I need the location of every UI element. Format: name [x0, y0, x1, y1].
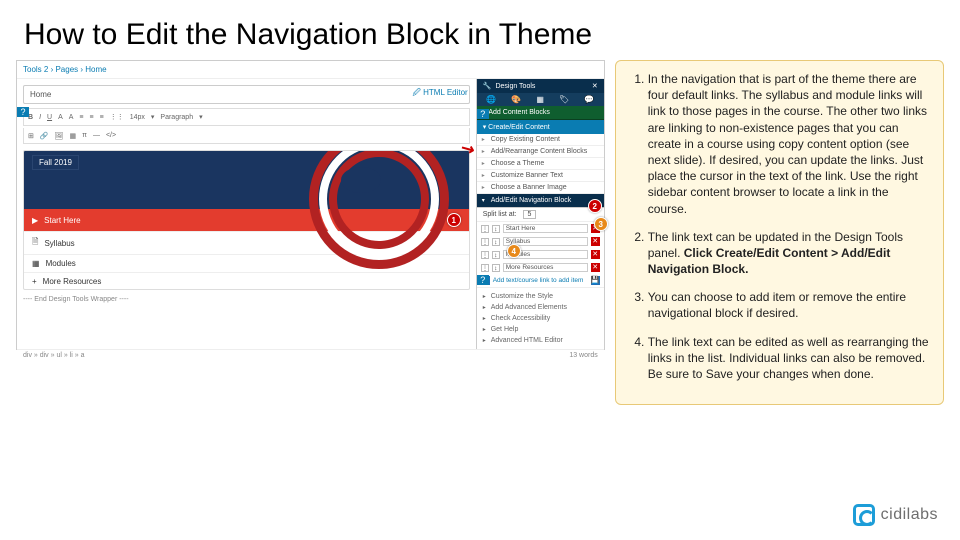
grid-icon: ▦ — [32, 259, 40, 268]
dt-nav-block[interactable]: Add/Edit Navigation Block — [477, 194, 604, 207]
help-icon[interactable]: ? — [477, 109, 489, 119]
path-info: div » div » ul » li » a — [23, 352, 84, 359]
word-count: 13 words — [569, 352, 597, 359]
wrench-icon: 🔧 — [483, 82, 492, 90]
plus-icon: + — [32, 277, 37, 286]
dt-check-accessibility[interactable]: Check Accessibility — [483, 313, 598, 324]
content-row: Tools 2 › Pages › Home ? Home 🖉 HTML Edi… — [0, 60, 960, 405]
dt-link-row[interactable]: ⋮↕ Modules ✕ — [477, 248, 604, 261]
banner-image — [319, 150, 439, 219]
dt-create-edit[interactable]: ▾ Create/Edit Content — [477, 120, 604, 134]
chat-icon[interactable]: 💬 — [584, 95, 594, 104]
footer-logo: cidilabs — [853, 504, 938, 526]
dt-customize-style[interactable]: Customize the Style — [483, 291, 598, 302]
logo-text: cidilabs — [881, 506, 938, 524]
split-input[interactable]: 5 — [523, 210, 537, 219]
dt-add-content[interactable]: + Add Content Blocks — [477, 106, 604, 120]
save-icon[interactable]: 💾 — [591, 276, 600, 285]
dt-icon-row[interactable]: 🌐 🎨 ▦ 🏷 💬 — [477, 93, 604, 106]
dt-advanced-elements[interactable]: Add Advanced Elements — [483, 302, 598, 313]
callout-2: 2 — [588, 199, 602, 213]
dt-link-row[interactable]: ⋮↕ Syllabus ✕ — [477, 235, 604, 248]
dt-adv-html[interactable]: Advanced HTML Editor — [483, 335, 598, 346]
arrow-icon[interactable]: ↕ — [492, 225, 500, 233]
dt-header: 🔧 Design Tools ✕ — [477, 79, 604, 93]
crumb-a[interactable]: Tools 2 — [23, 65, 48, 74]
dt-add-link-row[interactable]: + Add text/course link to add item 💾 — [477, 274, 604, 287]
editor-footer: div » div » ul » li » a 13 words — [17, 349, 604, 361]
dt-split-row: Split list at: 5 — [477, 207, 604, 222]
drag-icon[interactable]: ⋮ — [481, 225, 489, 233]
dt-link-row[interactable]: ⋮↕ More Resources ✕ — [477, 261, 604, 274]
nav-item-more[interactable]: + More Resources — [24, 273, 469, 290]
banner: Fall 2019 — [24, 151, 469, 209]
page-canvas[interactable]: Fall 2019 ▶ Start Here 1 — [23, 150, 470, 290]
instruction-2: The link text can be updated in the Desi… — [648, 229, 929, 278]
breadcrumb: Tools 2 › Pages › Home — [17, 61, 604, 79]
wrapper-end-label: ---- End Design Tools Wrapper ---- — [23, 296, 470, 303]
callout-3: 3 — [594, 217, 608, 231]
dt-links-list: ⋮ ↕ Start Here ✕ ⋮↕ Syllabus ✕ ⋮↕ Module… — [477, 222, 604, 287]
html-editor-link[interactable]: 🖉 HTML Editor — [412, 87, 467, 101]
page-title: How to Edit the Navigation Block in Them… — [0, 0, 960, 60]
callout-4: 4 — [507, 244, 521, 258]
help-icon[interactable]: ? — [17, 107, 29, 117]
instructions-column: In the navigation that is part of the th… — [615, 60, 944, 405]
close-icon[interactable]: ✕ — [592, 82, 598, 90]
design-tools-panel: 🔧 Design Tools ✕ 🌐 🎨 ▦ 🏷 💬 ? + Add Conte… — [476, 79, 604, 349]
dt-link-row[interactable]: ⋮ ↕ Start Here ✕ — [477, 222, 604, 235]
logo-icon — [853, 504, 875, 526]
rte-toolbar-2[interactable]: ⊞ 🔗 🖼 ▦ π — </> — [23, 128, 470, 144]
dt-footer: Customize the Style Add Advanced Element… — [477, 287, 604, 349]
banner-label: Fall 2019 — [32, 155, 79, 170]
doc-icon: 🗎 — [32, 236, 38, 250]
dt-banner-text[interactable]: Customize Banner Text — [477, 170, 604, 182]
instruction-3: You can choose to add item or remove the… — [648, 289, 929, 321]
dt-get-help[interactable]: Get Help — [483, 324, 598, 335]
crumb-c[interactable]: Home — [85, 65, 106, 74]
dt-add-rearrange[interactable]: Add/Rearrange Content Blocks — [477, 146, 604, 158]
globe-icon[interactable]: 🌐 — [486, 95, 496, 104]
editor-main: ? Home 🖉 HTML Editor B I U A A ≡ ≡ ≡ ⋮⋮ … — [17, 79, 476, 349]
dt-banner-image[interactable]: Choose a Banner Image — [477, 182, 604, 194]
title-field[interactable]: Home — [23, 85, 470, 104]
instructions-box: In the navigation that is part of the th… — [615, 60, 944, 405]
dt-choose-theme[interactable]: Choose a Theme — [477, 158, 604, 170]
dt-copy-existing[interactable]: Copy Existing Content — [477, 134, 604, 146]
rte-toolbar-1[interactable]: B I U A A ≡ ≡ ≡ ⋮⋮ 14px ▾ Paragraph ▾ — [23, 108, 470, 126]
instruction-1: In the navigation that is part of the th… — [648, 71, 929, 217]
help-icon[interactable]: ? — [477, 275, 489, 285]
block-icon[interactable]: ▦ — [536, 95, 544, 104]
tag-icon[interactable]: 🏷 — [559, 95, 569, 104]
callout-1: 1 — [447, 213, 461, 227]
crumb-b[interactable]: Pages — [55, 65, 78, 74]
instruction-4: The link text can be edited as well as r… — [648, 334, 929, 383]
editor-screenshot: Tools 2 › Pages › Home ? Home 🖉 HTML Edi… — [16, 60, 605, 350]
play-icon: ▶ — [32, 216, 38, 225]
palette-icon[interactable]: 🎨 — [511, 95, 521, 104]
